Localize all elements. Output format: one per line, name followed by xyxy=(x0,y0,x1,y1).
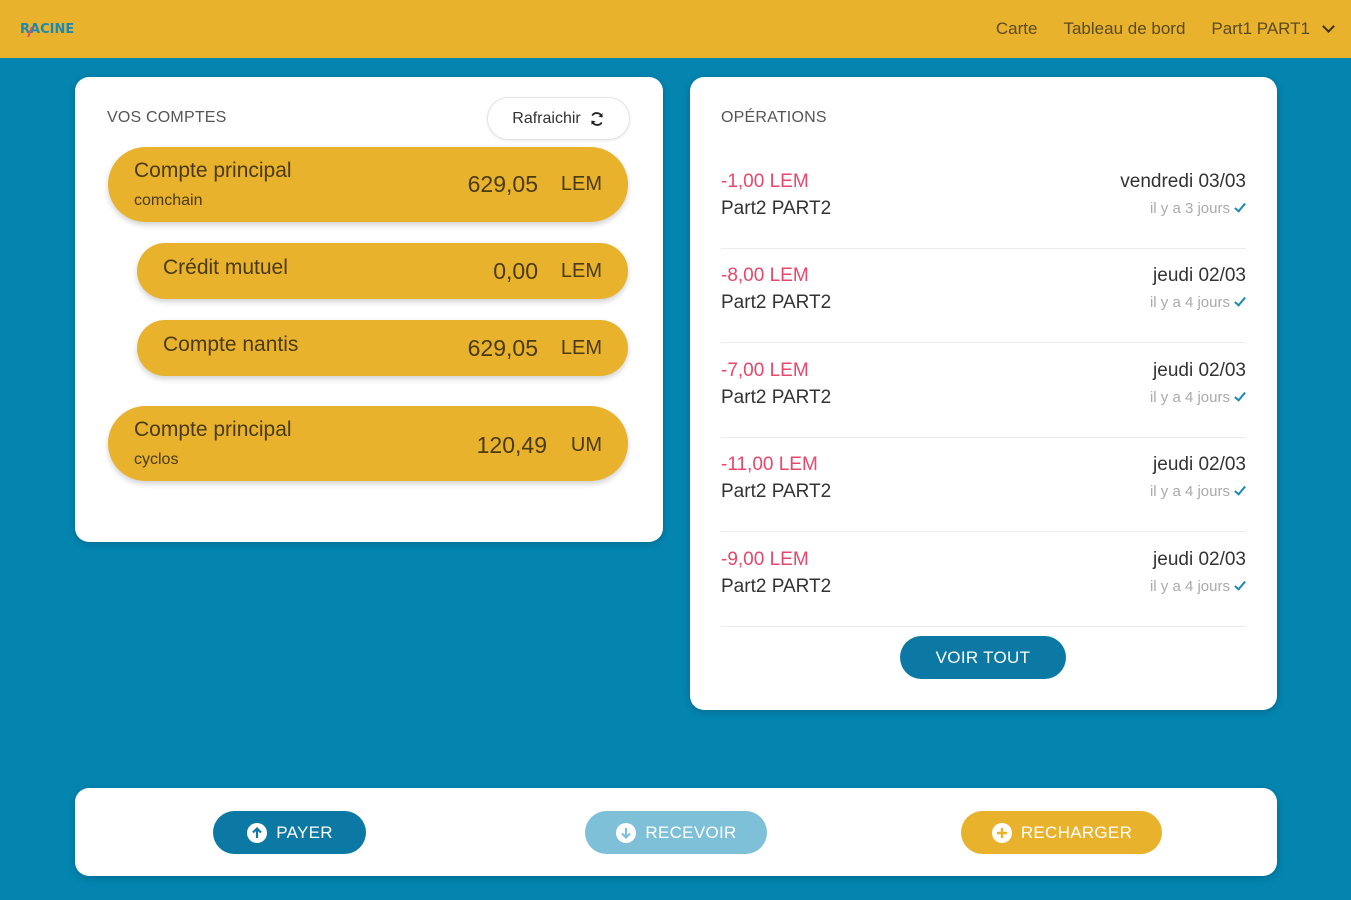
refresh-button[interactable]: Rafraichir xyxy=(487,97,630,140)
accounts-title: VOS COMPTES xyxy=(107,109,227,126)
receive-button[interactable]: RECEVOIR xyxy=(585,811,767,854)
operation-row[interactable]: -7,00 LEM Part2 PART2 jeudi 02/03 il y a… xyxy=(721,344,1246,438)
account-name: Compte nantis xyxy=(163,333,299,356)
operation-party: Part2 PART2 xyxy=(721,292,832,313)
operation-party: Part2 PART2 xyxy=(721,387,832,408)
top-bar: RACINE Carte Tableau de bord Part1 PART1 xyxy=(0,0,1351,58)
operation-party: Part2 PART2 xyxy=(721,481,832,502)
account-name: Crédit mutuel xyxy=(163,256,288,279)
operation-amount: -8,00 LEM xyxy=(721,265,809,286)
operations-title: OPÉRATIONS xyxy=(721,109,827,126)
relative-time-text: il y a 4 jours xyxy=(1149,389,1230,406)
account-name: Compte principal xyxy=(134,418,292,441)
account-currency: LEM xyxy=(560,173,602,195)
operation-relative-time: il y a 4 jours xyxy=(1150,578,1246,595)
account-currency: LEM xyxy=(560,260,602,282)
operation-amount: -1,00 LEM xyxy=(721,171,809,192)
nav-tableau-de-bord[interactable]: Tableau de bord xyxy=(1063,19,1185,39)
account-balance: 120,49 xyxy=(476,432,547,458)
main-nav: Carte Tableau de bord Part1 PART1 xyxy=(996,19,1335,39)
account-balance: 629,05 xyxy=(467,171,538,197)
relative-time-text: il y a 4 jours xyxy=(1149,294,1230,311)
accounts-card: VOS COMPTES Rafraichir Compte principal … xyxy=(75,77,663,542)
operation-row[interactable]: -11,00 LEM Part2 PART2 jeudi 02/03 il y … xyxy=(721,438,1246,532)
operation-amount: -11,00 LEM xyxy=(721,454,818,475)
pay-label: PAYER xyxy=(276,822,333,842)
operation-relative-time: il y a 4 jours xyxy=(1150,483,1246,500)
account-compte-principal-comchain[interactable]: Compte principal comchain 629,05 LEM xyxy=(108,147,628,222)
operation-amount: -9,00 LEM xyxy=(721,549,809,570)
account-name: Compte principal xyxy=(134,159,292,182)
chevron-down-icon xyxy=(1322,20,1335,33)
operation-amount: -7,00 LEM xyxy=(721,360,809,381)
operation-date: vendredi 03/03 xyxy=(1120,171,1246,192)
account-subtitle: comchain xyxy=(134,192,203,209)
relative-time-text: il y a 4 jours xyxy=(1149,483,1230,500)
relative-time-text: il y a 3 jours xyxy=(1149,200,1230,217)
operation-date: jeudi 02/03 xyxy=(1153,454,1246,475)
relative-time-text: il y a 4 jours xyxy=(1149,578,1230,595)
arrow-up-circle-icon xyxy=(247,822,268,843)
receive-label: RECEVOIR xyxy=(645,822,737,842)
operation-date: jeudi 02/03 xyxy=(1153,360,1246,381)
operation-row[interactable]: -8,00 LEM Part2 PART2 jeudi 02/03 il y a… xyxy=(721,249,1246,343)
user-name: Part1 PART1 xyxy=(1211,19,1310,38)
actions-bar: PAYER RECEVOIR RECHARGER xyxy=(75,788,1277,876)
operation-party: Part2 PART2 xyxy=(721,198,832,219)
account-compte-nantis[interactable]: Compte nantis 629,05 LEM xyxy=(137,320,628,376)
check-icon xyxy=(1234,294,1246,307)
reload-label: RECHARGER xyxy=(1020,822,1133,842)
check-icon xyxy=(1234,483,1246,496)
account-credit-mutuel[interactable]: Crédit mutuel 0,00 LEM xyxy=(137,243,628,299)
operation-relative-time: il y a 4 jours xyxy=(1150,389,1246,406)
operation-relative-time: il y a 4 jours xyxy=(1150,294,1246,311)
account-subtitle: cyclos xyxy=(134,451,179,468)
check-icon xyxy=(1234,389,1246,402)
operation-row[interactable]: -1,00 LEM Part2 PART2 vendredi 03/03 il … xyxy=(721,155,1246,249)
account-currency: LEM xyxy=(560,337,602,359)
see-all-button[interactable]: VOIR TOUT xyxy=(900,636,1066,679)
reload-button[interactable]: RECHARGER xyxy=(961,811,1162,854)
operation-date: jeudi 02/03 xyxy=(1153,549,1246,570)
pay-button[interactable]: PAYER xyxy=(213,811,366,854)
account-balance: 629,05 xyxy=(467,335,538,361)
operation-relative-time: il y a 3 jours xyxy=(1150,200,1246,217)
nav-carte[interactable]: Carte xyxy=(996,19,1038,39)
app-logo[interactable]: RACINE xyxy=(20,22,74,37)
operation-row[interactable]: -9,00 LEM Part2 PART2 jeudi 02/03 il y a… xyxy=(721,533,1246,627)
plus-circle-icon xyxy=(991,822,1012,843)
refresh-icon xyxy=(590,111,603,126)
account-balance: 0,00 xyxy=(493,258,538,284)
operation-party: Part2 PART2 xyxy=(721,576,832,597)
check-icon xyxy=(1234,200,1246,213)
user-menu[interactable]: Part1 PART1 xyxy=(1211,19,1335,39)
check-icon xyxy=(1234,578,1246,591)
refresh-label: Rafraichir xyxy=(512,109,581,127)
operations-card: OPÉRATIONS -1,00 LEM Part2 PART2 vendred… xyxy=(690,77,1277,710)
account-compte-principal-cyclos[interactable]: Compte principal cyclos 120,49 UM xyxy=(108,406,628,481)
arrow-down-circle-icon xyxy=(616,822,637,843)
account-currency: UM xyxy=(570,434,602,456)
operation-date: jeudi 02/03 xyxy=(1153,265,1246,286)
